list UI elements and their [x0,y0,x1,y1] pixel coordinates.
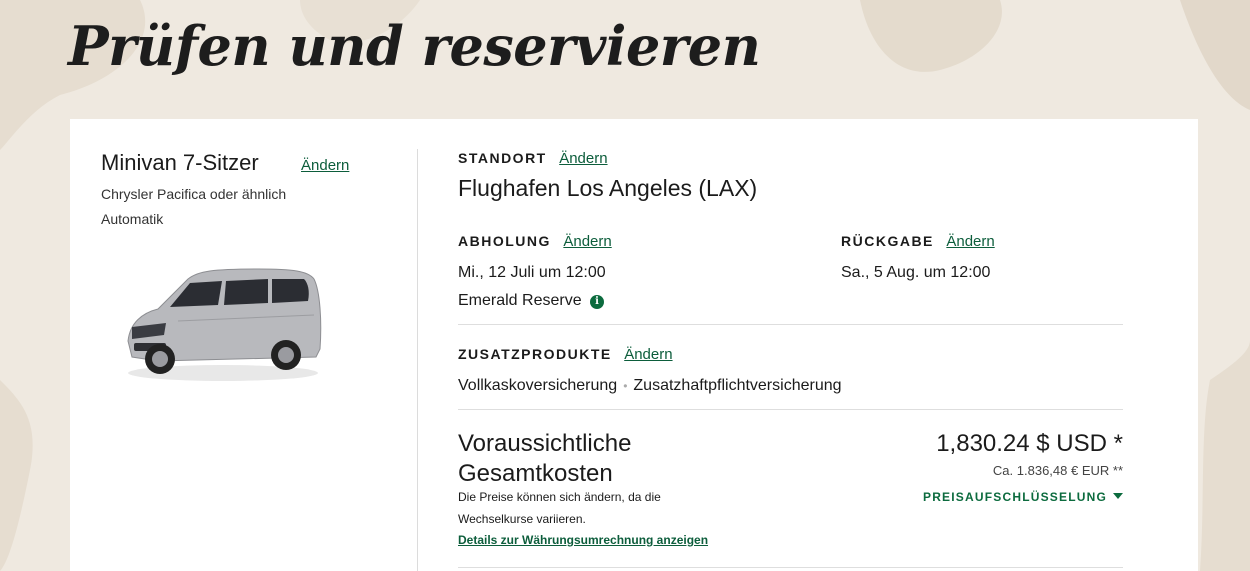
price-note-line1: Die Preise können sich ändern, da die [458,490,661,504]
vehicle-name: Minivan 7-Sitzer [101,150,259,175]
section-divider [458,409,1123,410]
total-title-line1: Voraussichtliche [458,430,632,457]
pickup-program: Emerald Reserve [458,292,582,309]
change-pickup-link[interactable]: Ändern [563,233,611,250]
pickup-datetime: Mi., 12 Juli um 12:00 [458,264,606,281]
vehicle-transmission: Automatik [101,211,164,227]
return-datetime: Sa., 5 Aug. um 12:00 [841,264,991,281]
price-breakdown-label: PREISAUFSCHLÜSSELUNG [922,490,1107,504]
section-divider [458,324,1123,325]
extras-label: ZUSATZPRODUKTE [458,346,612,362]
extras-item: Zusatzhaftpflichtversicherung [633,377,842,394]
total-title-line2: Gesamtkosten [458,460,613,487]
chevron-down-icon [1113,493,1123,499]
price-usd: 1,830.24 $ USD * [936,430,1123,457]
return-label: RÜCKGABE [841,233,934,249]
vehicle-image [127,268,322,381]
page-title: Prüfen und reservieren [68,14,761,78]
location-label: STANDORT [458,150,547,166]
change-extras-link[interactable]: Ändern [624,346,672,363]
info-icon[interactable]: i [590,295,605,309]
currency-details-link[interactable]: Details zur Währungsumrechnung anzeigen [458,533,708,547]
location-name: Flughafen Los Angeles (LAX) [458,175,758,201]
price-breakdown-toggle[interactable]: PREISAUFSCHLÜSSELUNG [923,490,1123,504]
reservation-summary-card: Minivan 7-Sitzer Ändern Chrysler Pacific… [70,119,1198,571]
change-return-link[interactable]: Ändern [946,233,994,250]
change-vehicle-link[interactable]: Ändern [301,157,349,174]
column-divider [417,149,418,571]
price-eur: Ca. 1.836,48 € EUR ** [992,463,1123,478]
separator-dot: • [623,379,628,393]
change-location-link[interactable]: Ändern [559,150,607,167]
vehicle-model: Chrysler Pacifica oder ähnlich [101,186,287,202]
section-divider [458,567,1123,568]
price-note-line2: Wechselkurse variieren. [458,512,586,526]
extras-item: Vollkaskoversicherung [458,377,618,394]
pickup-label: ABHOLUNG [458,233,551,249]
